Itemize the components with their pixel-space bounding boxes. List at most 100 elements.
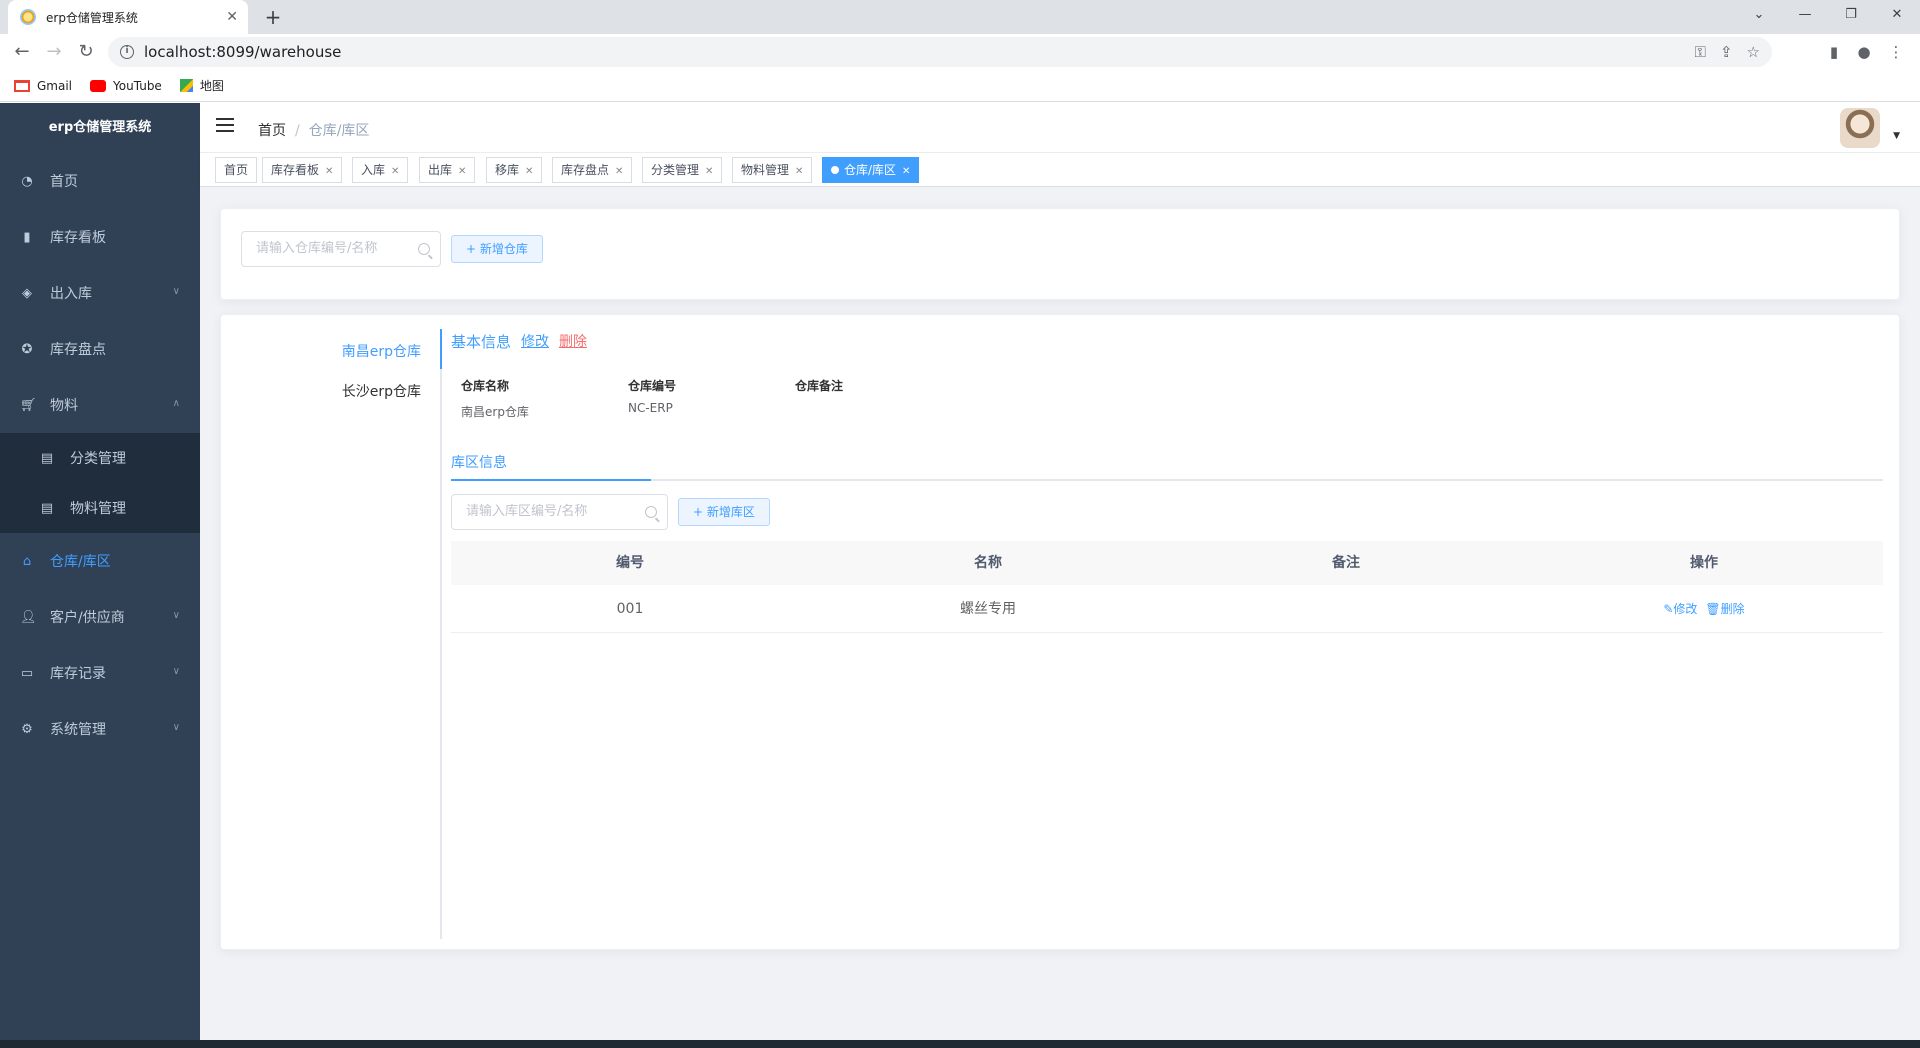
tag-material[interactable]: 物料管理 ✕ [732,157,813,183]
profile-icon[interactable]: ● [1852,40,1876,64]
forward-icon[interactable]: → [40,38,68,66]
table-header: 编号 名称 备注 操作 [451,541,1883,585]
navbar: 首页 / 仓库/库区 ▼ [200,103,1920,153]
address-bar[interactable]: i localhost:8099/warehouse ⚿ ⇪ ☆ [108,37,1772,67]
sidebar-item-category[interactable]: ▤ 分类管理 [0,433,200,483]
close-icon[interactable]: ✕ [226,9,238,25]
bookmarks-bar: Gmail YouTube 地图 [0,70,1920,102]
warehouse-item[interactable]: 长沙erp仓库 [342,381,421,401]
sidebar-item-customer[interactable]: 👤︎ 客户/供应商 ∨ [0,589,200,645]
delete-zone-button[interactable]: 🗑︎删除 [1705,602,1744,616]
label-warehouse-code: 仓库编号 [628,379,677,393]
os-taskbar [0,1040,1920,1048]
warehouse-icon: ⌂ [22,553,32,569]
sidebar-item-system[interactable]: ⚙ 系统管理 ∨ [0,701,200,757]
doc-icon: ▤ [40,450,54,466]
breadcrumb-home[interactable]: 首页 [258,123,286,139]
search-icon[interactable] [645,506,657,518]
tag-stock-board[interactable]: 库存看板 ✕ [262,157,343,183]
value-warehouse-code: NC-ERP [628,401,673,415]
zone-search-input[interactable]: 请输入库区编号/名称 [451,494,668,530]
tag-outbound[interactable]: 出库 ✕ [419,157,476,183]
col-name: 名称 [974,555,1002,571]
add-zone-button[interactable]: + 新增库区 [678,498,770,526]
main-area: 首页 / 仓库/库区 ▼ 首页 库存看板 ✕ 入库 ✕ 出库 ✕ 移库 ✕ 库存盘点 ✕ 分类… [200,103,1920,1048]
key-icon[interactable]: ⚿ [1695,43,1706,61]
sidebar-item-material-manage[interactable]: ▤ 物料管理 [0,483,200,533]
tag-transfer[interactable]: 移库 ✕ [486,157,543,183]
close-icon[interactable]: ✕ [795,166,803,177]
monitor-icon: ▭ [20,665,34,681]
reload-icon[interactable]: ↻ [72,38,100,66]
close-icon[interactable]: ✕ [458,166,466,177]
add-warehouse-button[interactable]: + 新增仓库 [451,235,543,263]
cart-icon: 🛒︎ [20,397,37,413]
star-icon[interactable]: ☆ [1747,43,1760,61]
app-logo: erp仓储管理系统 [48,120,152,135]
chevron-down-icon: ∨ [172,666,180,677]
warehouse-item[interactable]: 南昌erp仓库 [342,341,421,361]
tag-stocktake[interactable]: 库存盘点 ✕ [552,157,633,183]
breadcrumb-current: 仓库/库区 [308,123,370,139]
cell-code: 001 [616,601,644,617]
label-warehouse-name: 仓库名称 [461,379,510,393]
share-icon[interactable]: ⇪ [1720,43,1733,61]
info-icon[interactable]: i [120,45,134,59]
dashboard-icon: ◔ [21,173,33,189]
col-remark: 备注 [1332,555,1360,571]
warehouse-search-input[interactable]: 请输入仓库编号/名称 [241,231,441,267]
close-icon[interactable]: ✕ [705,166,713,177]
edit-warehouse-link[interactable]: 修改 [521,331,549,351]
bar-chart-icon: ▮ [23,229,31,245]
close-icon[interactable]: ✕ [902,166,910,177]
close-icon[interactable]: ✕ [391,166,399,177]
menu-icon[interactable]: ⋮ [1884,40,1908,64]
search-card: 请输入仓库编号/名称 + 新增仓库 [220,208,1900,300]
bookmark-gmail[interactable]: Gmail [14,79,72,93]
tab-search-icon[interactable]: ⌄ [1736,0,1782,30]
tag-inbound[interactable]: 入库 ✕ [352,157,409,183]
tab-zone-info[interactable]: 库区信息 [451,452,507,472]
browser-tab[interactable]: erp仓储管理系统 ✕ [8,0,248,34]
url-text[interactable]: localhost:8099/warehouse [144,43,341,61]
delete-warehouse-link[interactable]: 删除 [559,331,587,351]
close-icon[interactable]: ✕ [615,166,623,177]
youtube-icon [90,79,107,92]
new-tab-button[interactable]: + [260,4,286,30]
layers-icon: ◈ [22,285,32,301]
cell-name: 螺丝专用 [960,601,1016,617]
close-icon[interactable]: ✕ [325,166,333,177]
hamburger-icon[interactable] [216,118,234,136]
side-panel-icon[interactable]: ▮ [1822,40,1846,64]
active-indicator [440,329,442,369]
content-area: 请输入仓库编号/名称 + 新增仓库 南昌erp仓库 长沙erp仓库 基本信息 修… [200,188,1920,1048]
caret-down-icon[interactable]: ▼ [1893,131,1900,141]
sidebar: erp仓储管理系统 ◔ 首页 ▮ 库存看板 ◈ 出入库 ∨ ✪ 库存盘点 🛒︎ … [0,103,200,1048]
restore-button[interactable]: ❐ [1828,0,1874,30]
close-icon[interactable]: ✕ [525,166,533,177]
tag-warehouse[interactable]: 仓库/库区 ✕ [822,157,920,183]
tag-home[interactable]: 首页 [215,157,258,183]
bookmark-maps[interactable]: 地图 [179,77,224,94]
search-icon[interactable] [418,243,430,255]
maps-icon [179,79,193,92]
sidebar-item-warehouse[interactable]: ⌂ 仓库/库区 [0,533,200,589]
sidebar-item-material[interactable]: 🛒︎ 物料 ∧ [0,377,200,433]
sidebar-item-stock-board[interactable]: ▮ 库存看板 [0,209,200,265]
sidebar-item-records[interactable]: ▭ 库存记录 ∨ [0,645,200,701]
window-close-button[interactable]: ✕ [1874,0,1920,30]
doc-icon: ▤ [40,500,54,516]
edit-zone-button[interactable]: ✎修改 [1663,602,1697,616]
active-tab-bar [451,479,651,481]
bookmark-youtube[interactable]: YouTube [90,79,162,93]
sidebar-item-stocktake[interactable]: ✪ 库存盘点 [0,321,200,377]
breadcrumb-separator: / [295,123,300,139]
sidebar-item-home[interactable]: ◔ 首页 [0,153,200,209]
back-icon[interactable]: ← [8,38,36,66]
cell-actions: ✎修改 🗑︎删除 [1525,585,1883,633]
avatar[interactable] [1840,108,1880,148]
minimize-button[interactable]: — [1782,0,1828,30]
warehouse-detail-card: 南昌erp仓库 长沙erp仓库 基本信息 修改 删除 仓库名称 仓库编号 仓库备… [220,314,1900,950]
tag-category[interactable]: 分类管理 ✕ [642,157,723,183]
sidebar-item-inout[interactable]: ◈ 出入库 ∨ [0,265,200,321]
